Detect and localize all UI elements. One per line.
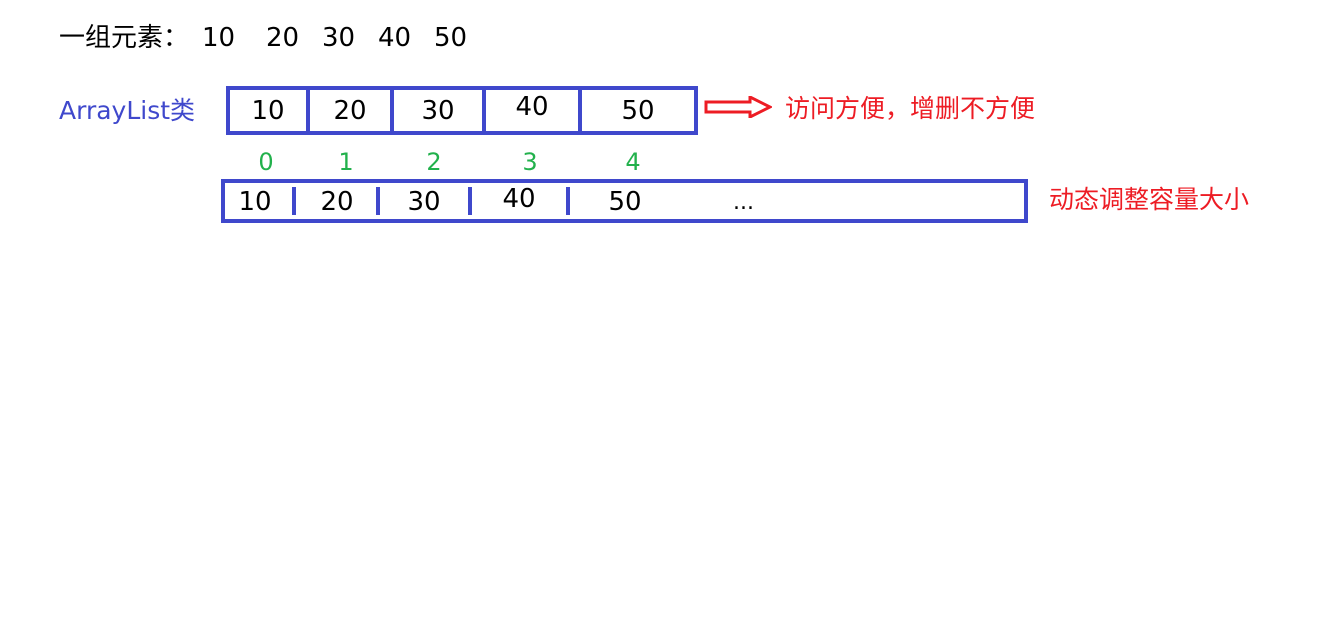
element-value: 40	[378, 23, 412, 53]
element-value: 30	[322, 23, 356, 53]
array-cell: 10	[238, 187, 272, 217]
index-label: 4	[625, 148, 641, 176]
array-cell: 40	[515, 91, 549, 122]
access-note: 访问方便，增删不方便	[785, 94, 1036, 123]
elements-label: 一组元素：	[59, 23, 190, 53]
array-cell: 50	[608, 187, 642, 217]
index-label: 1	[338, 148, 354, 176]
dynamic-array-box: 10 20 30 40 50 ...	[221, 179, 1028, 223]
array-cell: 20	[320, 187, 354, 217]
array-cell: 40	[502, 184, 536, 214]
index-label: 0	[258, 148, 274, 176]
arraylist-label: ArrayList类	[59, 96, 196, 125]
index-label: 2	[426, 148, 442, 176]
element-value: 10	[202, 23, 236, 53]
index-label: 3	[522, 148, 538, 176]
more-ellipsis: ...	[733, 189, 754, 215]
right-arrow-icon	[704, 96, 772, 118]
element-value: 50	[434, 23, 468, 53]
capacity-note: 动态调整容量大小	[1049, 185, 1250, 214]
array-cell: 30	[421, 95, 455, 126]
element-value: 20	[266, 23, 300, 53]
array-cell: 50	[621, 95, 655, 126]
array-cell: 10	[251, 95, 285, 126]
fixed-array-box: 10 20 30 40 50	[226, 86, 698, 135]
array-cell: 30	[407, 187, 441, 217]
array-cell: 20	[333, 95, 367, 126]
